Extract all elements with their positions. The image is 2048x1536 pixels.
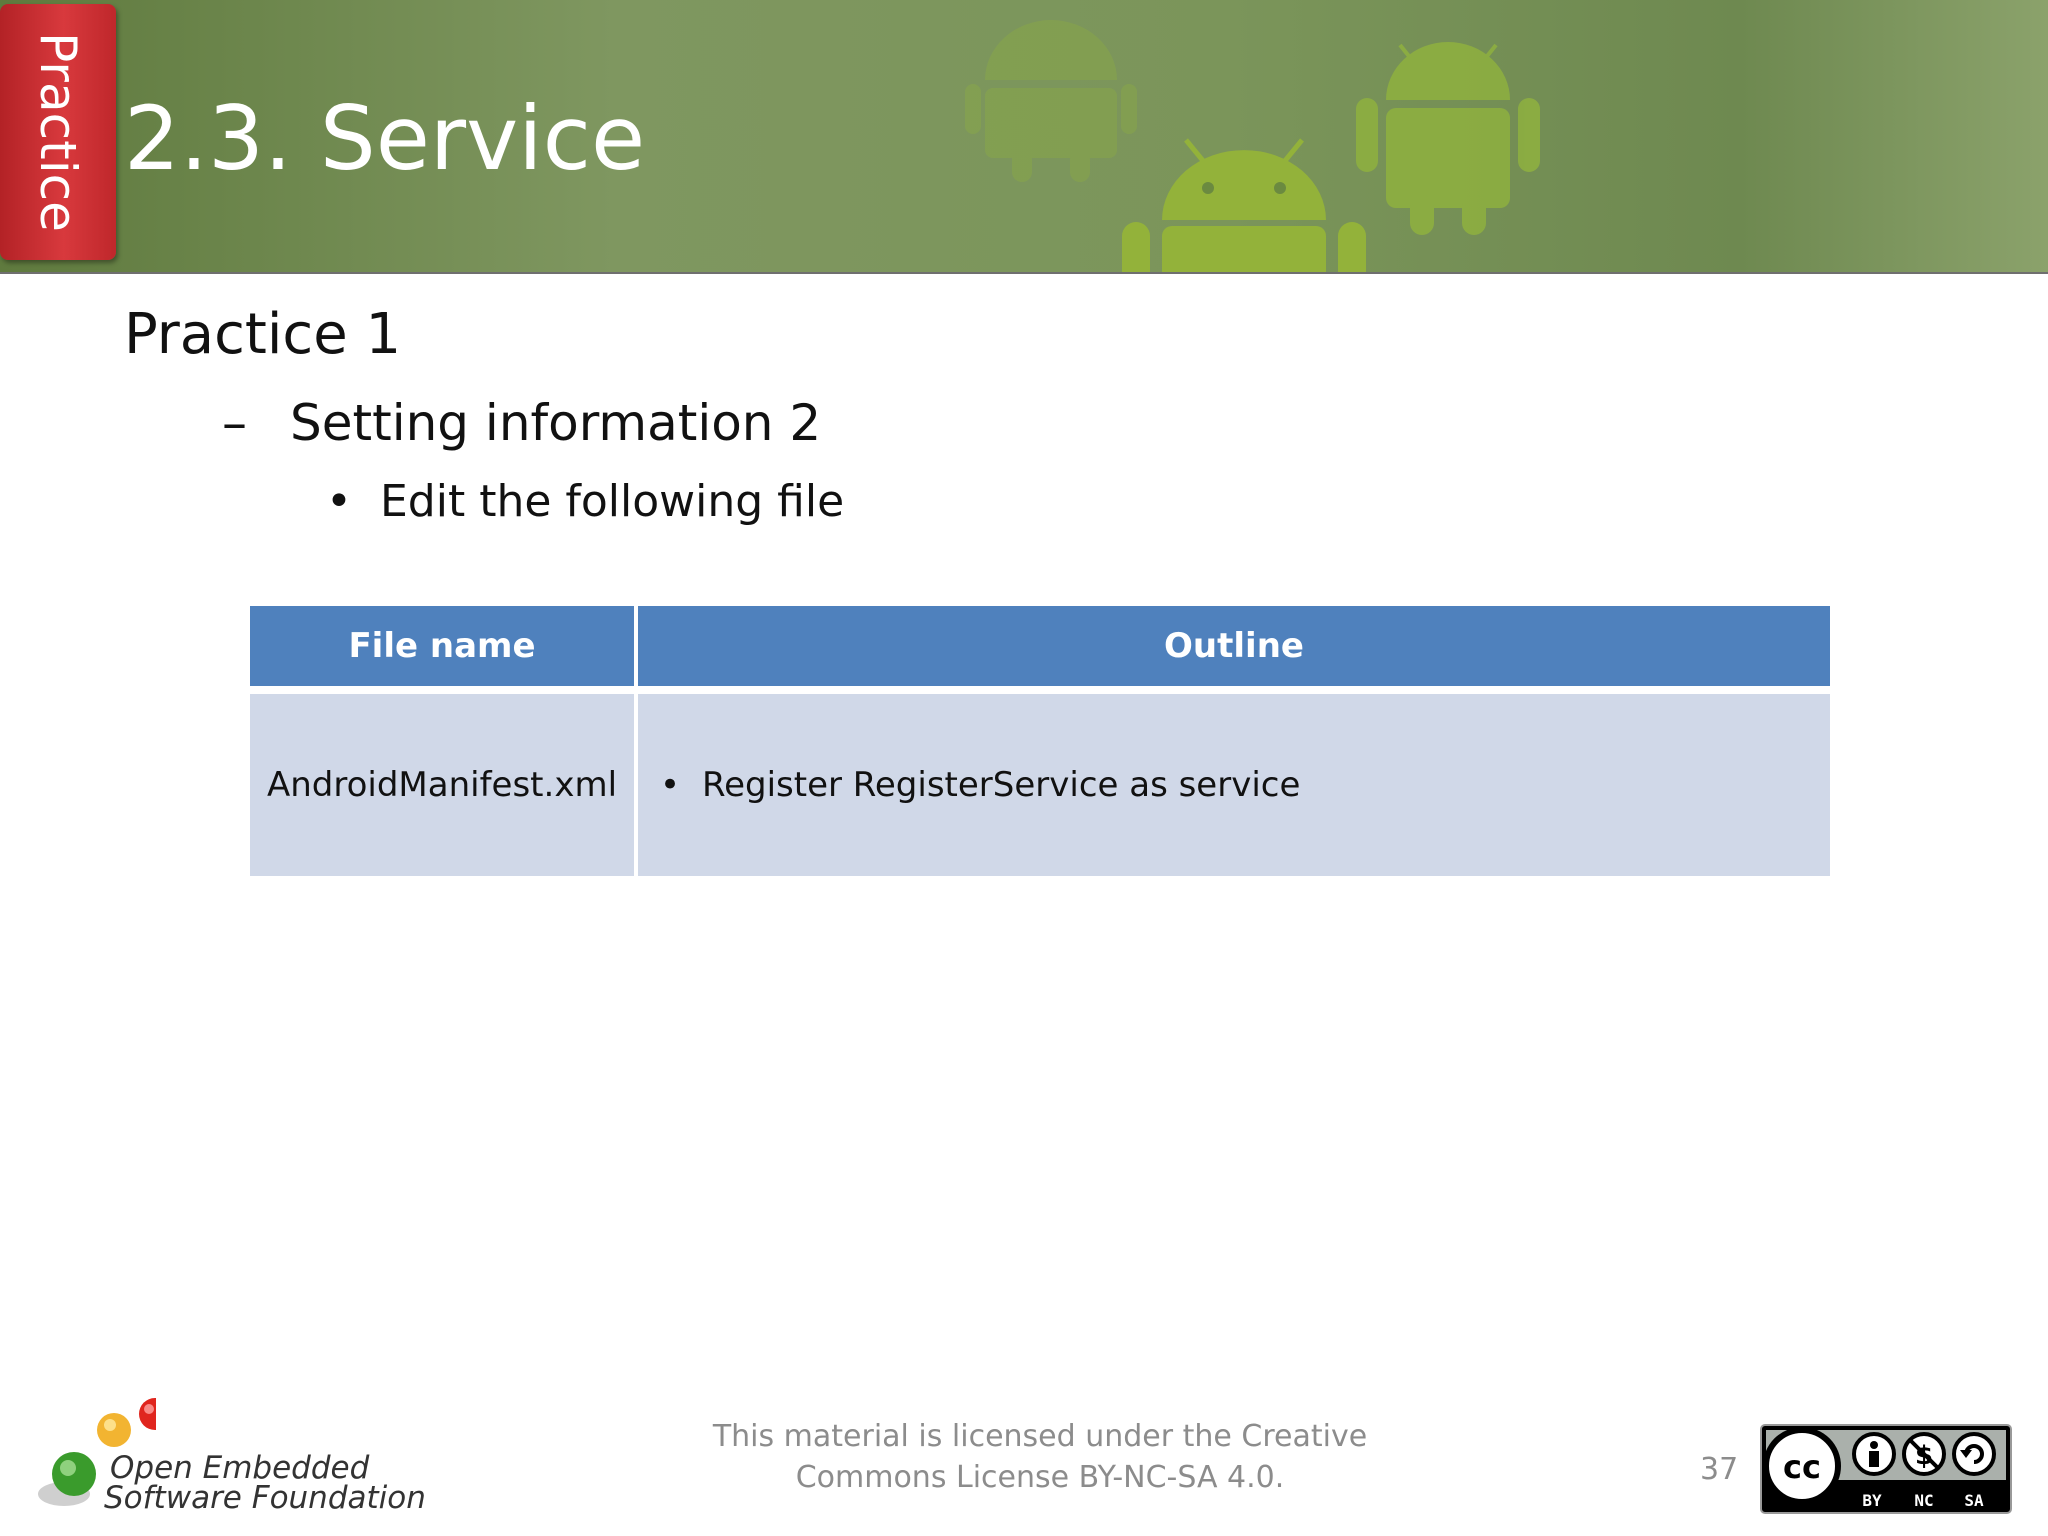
cc-by-nc-sa-icon: cc $ BY NC SA: [1760, 1424, 2012, 1514]
license-line2: Commons License BY-NC-SA 4.0.: [795, 1460, 1285, 1495]
file-table: File name Outline AndroidManifest.xml • R…: [250, 606, 1830, 876]
oesf-logo: Open Embedded Software Foundation: [36, 1390, 426, 1520]
logo-text-line2: Software Foundation: [104, 1480, 426, 1516]
cc-label-sa: SA: [1964, 1491, 1984, 1510]
content-heading: Practice 1: [124, 302, 402, 367]
sub-heading: – Setting information 2: [222, 392, 821, 454]
dash-marker: –: [222, 394, 247, 452]
bullet-text: Edit the following file: [380, 476, 845, 527]
page-number: 37: [1700, 1452, 1739, 1487]
outline-text: Register RegisterService as service: [702, 765, 1301, 805]
bullet-marker: •: [660, 765, 681, 805]
svg-text:cc: cc: [1783, 1448, 1821, 1486]
column-header-file-name: File name: [250, 606, 634, 686]
bullet-item: • Edit the following file: [326, 472, 844, 532]
sub-heading-text: Setting information 2: [290, 394, 822, 452]
table-cell-outline: • Register RegisterService as service: [638, 694, 1830, 876]
license-line1: This material is licensed under the Crea…: [712, 1419, 1368, 1454]
slide-title: 2.3. Service: [124, 87, 646, 190]
column-header-outline: Outline: [638, 606, 1830, 686]
bullet-marker: •: [326, 476, 352, 527]
cc-label-by: BY: [1862, 1491, 1882, 1510]
table-cell-file: AndroidManifest.xml: [250, 694, 634, 876]
section-tab-label: Practice: [29, 32, 87, 232]
license-note: This material is licensed under the Crea…: [700, 1416, 1380, 1498]
slide-header: Practice 2.3. Service: [0, 0, 2048, 274]
cc-label-nc: NC: [1914, 1491, 1933, 1510]
section-tab: Practice: [0, 4, 116, 260]
